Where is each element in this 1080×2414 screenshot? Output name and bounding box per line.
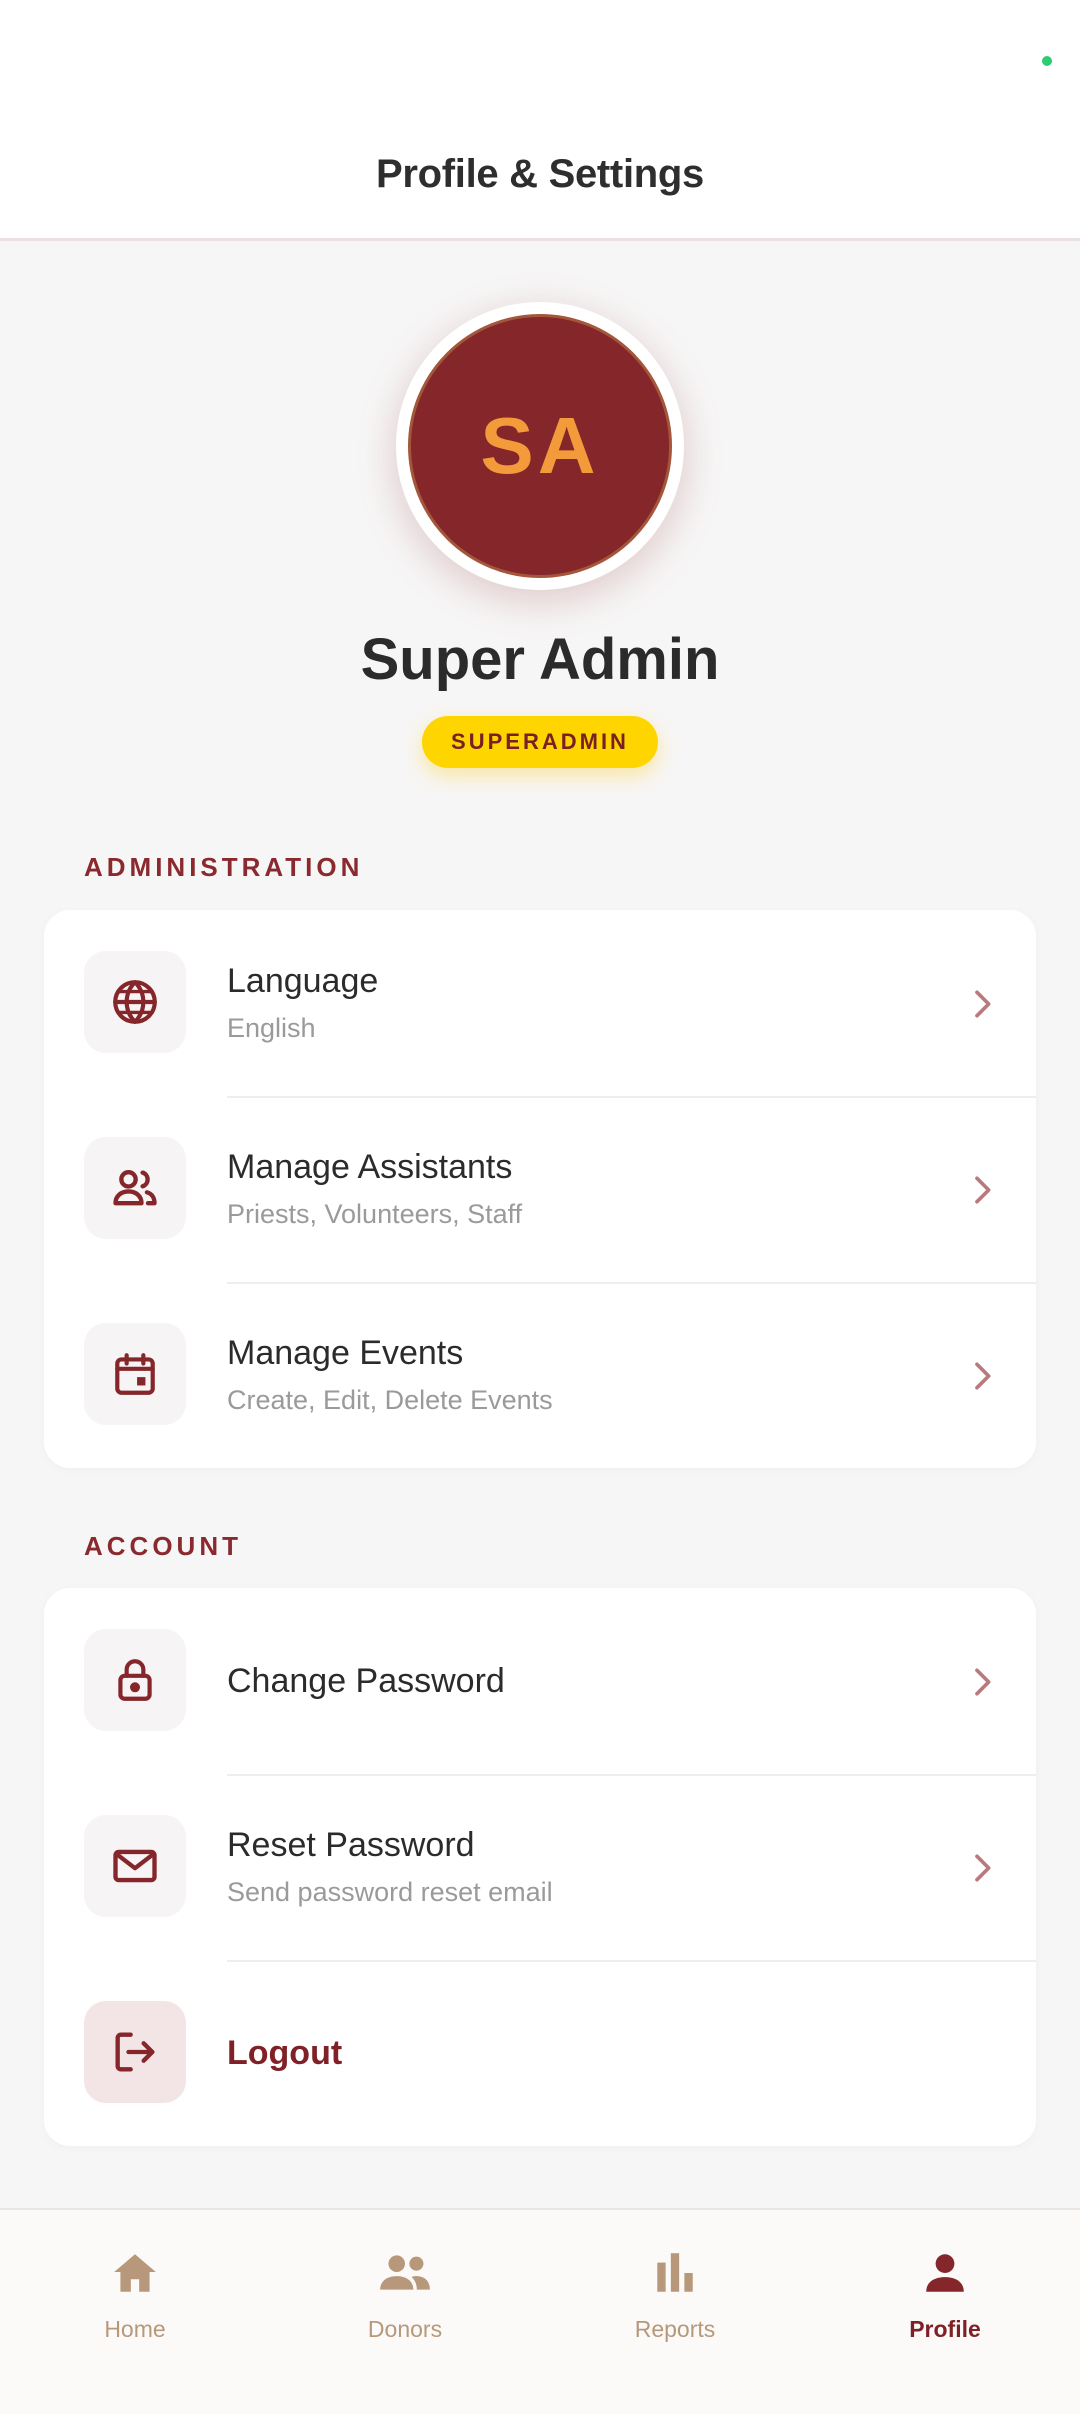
logout-icon bbox=[115, 2032, 155, 2072]
app-header: Profile & Settings bbox=[0, 110, 1080, 241]
chevron-right-icon bbox=[975, 1668, 991, 1696]
settings-item-manage-assistants[interactable]: Manage Assistants Priests, Volunteers, S… bbox=[44, 1096, 1036, 1282]
language-icon-box bbox=[84, 951, 186, 1053]
section-title-account: ACCOUNT bbox=[84, 1531, 242, 1561]
user-name: Super Admin bbox=[360, 627, 720, 692]
reset-password-icon-box bbox=[84, 1815, 186, 1917]
chevron-right-icon bbox=[975, 1854, 991, 1882]
settings-item-title: Change Password bbox=[227, 1661, 505, 1700]
settings-item-title: Manage Assistants bbox=[227, 1148, 513, 1186]
settings-item-change-password[interactable]: Change Password bbox=[44, 1588, 1036, 1774]
settings-item-manage-events[interactable]: Manage Events Create, Edit, Delete Event… bbox=[44, 1282, 1036, 1468]
settings-item-subtitle: Priests, Volunteers, Staff bbox=[227, 1199, 523, 1229]
logout-icon-box bbox=[84, 2001, 186, 2103]
settings-item-language[interactable]: Language English bbox=[44, 910, 1036, 1096]
status-indicator-dot bbox=[1042, 56, 1052, 66]
logout-label: Logout bbox=[227, 2033, 343, 2072]
avatar-ring: SA bbox=[396, 302, 684, 590]
nav-label: Home bbox=[104, 2316, 166, 2342]
settings-item-title: Manage Events bbox=[227, 1334, 464, 1372]
globe-icon bbox=[113, 980, 157, 1024]
page-title: Profile & Settings bbox=[376, 151, 704, 196]
home-icon bbox=[114, 2254, 156, 2292]
settings-item-title: Language bbox=[227, 962, 379, 1000]
nav-home[interactable]: Home bbox=[0, 2210, 270, 2414]
settings-item-subtitle: Send password reset email bbox=[227, 1877, 553, 1907]
people-icon bbox=[113, 1170, 157, 1206]
bar-chart-icon bbox=[657, 2253, 693, 2292]
settings-item-subtitle: English bbox=[227, 1013, 316, 1043]
mail-icon bbox=[113, 1849, 157, 1883]
account-card: Change Password Reset Password Send pass… bbox=[44, 1588, 1036, 2146]
nav-label: Reports bbox=[634, 2316, 716, 2342]
calendar-icon bbox=[115, 1353, 155, 1395]
chevron-right-icon bbox=[975, 1176, 991, 1204]
events-icon-box bbox=[84, 1323, 186, 1425]
avatar: SA bbox=[408, 314, 672, 578]
nav-donors[interactable]: Donors bbox=[270, 2210, 540, 2414]
chevron-right-icon bbox=[975, 990, 991, 1018]
nav-label: Donors bbox=[367, 2316, 443, 2342]
settings-item-title: Reset Password bbox=[227, 1826, 475, 1864]
change-password-icon-box bbox=[84, 1629, 186, 1731]
person-icon bbox=[926, 2254, 964, 2292]
assistants-icon-box bbox=[84, 1137, 186, 1239]
role-badge: SUPERADMIN bbox=[422, 716, 658, 768]
bottom-navigation: Home Donors Reports Profile bbox=[0, 2208, 1080, 2414]
logout-button[interactable]: Logout bbox=[44, 1960, 1036, 2146]
status-bar bbox=[0, 0, 1080, 110]
nav-profile[interactable]: Profile bbox=[810, 2210, 1080, 2414]
lock-icon bbox=[118, 1659, 152, 1701]
nav-label: Profile bbox=[909, 2316, 981, 2342]
settings-item-subtitle: Create, Edit, Delete Events bbox=[227, 1385, 553, 1415]
people-icon bbox=[380, 2255, 430, 2290]
chevron-right-icon bbox=[975, 1362, 991, 1390]
settings-item-reset-password[interactable]: Reset Password Send password reset email bbox=[44, 1774, 1036, 1960]
nav-reports[interactable]: Reports bbox=[540, 2210, 810, 2414]
administration-card: Language English Manage Assistants Pries… bbox=[44, 910, 1036, 1468]
section-title-administration: ADMINISTRATION bbox=[84, 852, 364, 882]
